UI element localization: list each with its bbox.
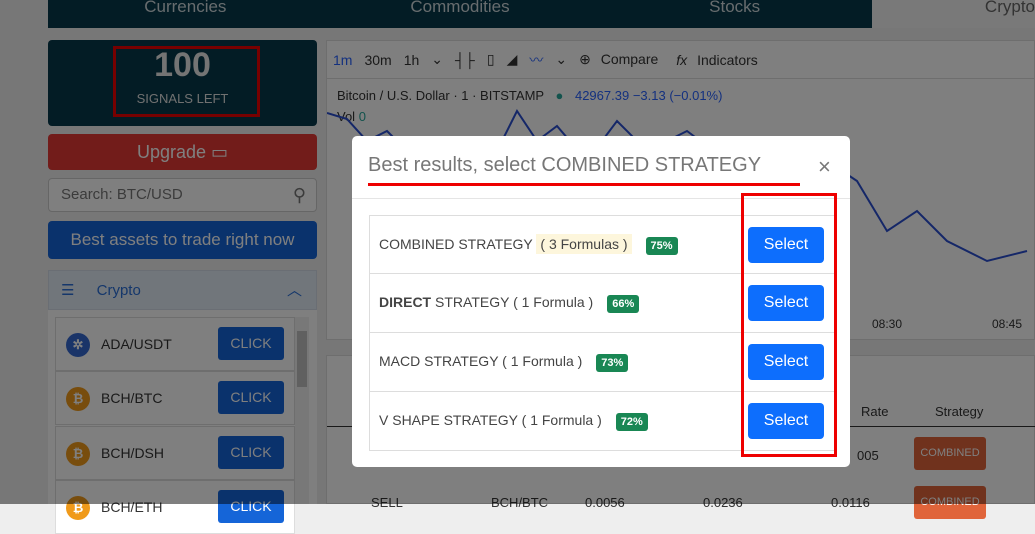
- close-icon[interactable]: ×: [818, 154, 831, 180]
- annotation-box: [741, 193, 837, 457]
- formula-count: ( 1 Formula ): [502, 353, 583, 369]
- modal-title: Best results, select COMBINED STRATEGY: [368, 154, 762, 176]
- success-badge: 73%: [596, 354, 629, 372]
- strategy-name: MACD STRATEGY: [379, 353, 499, 369]
- strategy-name: COMBINED STRATEGY: [379, 236, 533, 252]
- formula-count: ( 3 Formulas ): [536, 234, 632, 254]
- strategy-name: V SHAPE STRATEGY: [379, 412, 518, 428]
- success-badge: 75%: [645, 237, 678, 255]
- formula-count: ( 1 Formula ): [521, 412, 602, 428]
- strategy-name-bold: DIRECT: [379, 294, 432, 310]
- strategy-name: STRATEGY: [431, 294, 510, 310]
- annotation-underline: [368, 183, 800, 186]
- formula-count: ( 1 Formula ): [513, 294, 594, 310]
- success-badge: 66%: [607, 295, 640, 313]
- success-badge: 72%: [615, 413, 648, 431]
